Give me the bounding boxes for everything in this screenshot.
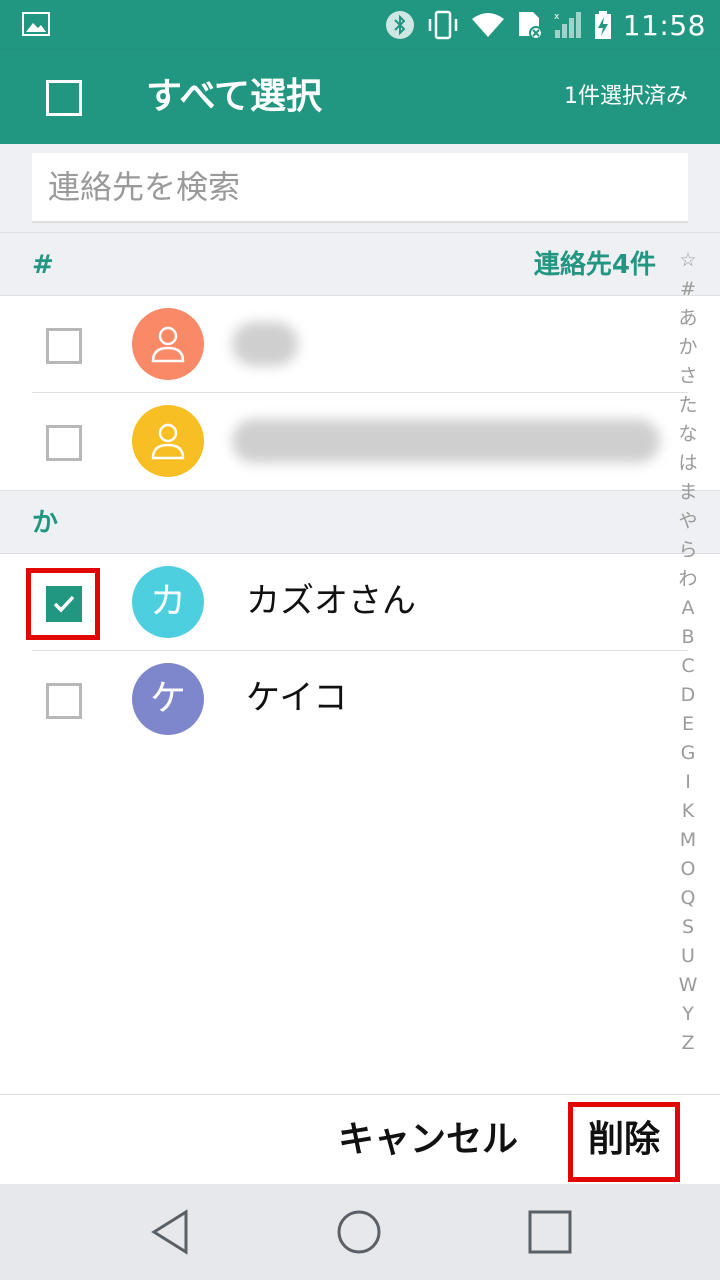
contact-row-keiko[interactable]: ケ ケイコ: [0, 651, 720, 748]
wifi-icon: [471, 13, 504, 37]
select-all-checkbox[interactable]: [46, 80, 82, 116]
clock: 11:58: [622, 8, 706, 42]
contact-row[interactable]: [0, 296, 720, 393]
bluetooth-icon: [385, 11, 414, 39]
contact-avatar: ケ: [132, 663, 204, 735]
contact-total: 連絡先4件: [533, 250, 656, 280]
gallery-icon: [22, 12, 50, 36]
delete-highlight-frame: [568, 1102, 680, 1182]
sd-card-icon: [518, 12, 543, 40]
contact-name: カズオさん: [246, 581, 416, 621]
contact-avatar: [132, 405, 204, 477]
checkbox-highlight-frame: [26, 568, 100, 640]
index-item[interactable]: K: [670, 797, 706, 826]
index-item[interactable]: B: [670, 623, 706, 652]
recent-apps-icon[interactable]: [526, 1208, 574, 1256]
person-icon: [151, 326, 185, 363]
index-item[interactable]: S: [670, 913, 706, 942]
contact-avatar: カ: [132, 566, 204, 638]
index-item[interactable]: た: [670, 391, 706, 420]
index-item[interactable]: か: [670, 333, 706, 362]
contact-avatar: [132, 308, 204, 380]
selected-count: 1件選択済み: [564, 84, 688, 109]
section-header-ka: か: [0, 490, 720, 554]
index-item[interactable]: Y: [670, 1000, 706, 1029]
section-letter: か: [32, 508, 59, 538]
index-item[interactable]: ま: [670, 478, 706, 507]
index-item[interactable]: M: [670, 826, 706, 855]
cancel-button[interactable]: キャンセル: [338, 1115, 518, 1165]
contact-checkbox[interactable]: [46, 683, 82, 719]
index-item[interactable]: I: [670, 768, 706, 797]
section-header-hash: # 連絡先4件: [0, 232, 720, 296]
contact-row-kazuo[interactable]: カ カズオさん: [0, 554, 720, 651]
index-item[interactable]: Q: [670, 884, 706, 913]
signal-icon: x: [554, 12, 581, 38]
contact-name: ケイコ: [246, 678, 348, 718]
contact-row[interactable]: [0, 393, 720, 490]
blurred-name: [232, 322, 298, 366]
contact-checkbox[interactable]: [46, 425, 82, 461]
index-item[interactable]: さ: [670, 362, 706, 391]
index-item[interactable]: A: [670, 594, 706, 623]
index-item[interactable]: ら: [670, 536, 706, 565]
alphabet-index-bar[interactable]: ☆ # あ か さ た な は ま や ら わ A B C D E G I K …: [670, 246, 706, 1058]
status-icons: x 11:58: [385, 0, 706, 50]
home-icon[interactable]: [336, 1208, 382, 1256]
index-item[interactable]: C: [670, 652, 706, 681]
person-icon: [151, 423, 185, 460]
index-item[interactable]: あ: [670, 304, 706, 333]
index-item[interactable]: な: [670, 420, 706, 449]
section-letter: #: [32, 250, 54, 280]
index-item[interactable]: U: [670, 942, 706, 971]
index-item[interactable]: D: [670, 681, 706, 710]
index-item[interactable]: は: [670, 449, 706, 478]
contact-checkbox[interactable]: [46, 328, 82, 364]
navigation-bar: [0, 1184, 720, 1280]
index-item[interactable]: わ: [670, 565, 706, 594]
svg-text:x: x: [554, 12, 560, 22]
status-bar: x 11:58: [0, 0, 720, 50]
battery-charging-icon: [594, 11, 611, 39]
index-item[interactable]: G: [670, 739, 706, 768]
select-all-label[interactable]: すべて選択: [146, 70, 322, 124]
index-item[interactable]: O: [670, 855, 706, 884]
index-item[interactable]: Z: [670, 1029, 706, 1058]
search-area: 連絡先を検索: [0, 144, 720, 232]
index-item[interactable]: や: [670, 507, 706, 536]
index-item[interactable]: E: [670, 710, 706, 739]
back-icon[interactable]: [148, 1208, 192, 1256]
search-input[interactable]: 連絡先を検索: [32, 153, 688, 223]
selection-toolbar: すべて選択 1件選択済み: [0, 50, 720, 144]
vibrate-icon: [428, 10, 458, 40]
index-item[interactable]: ☆: [670, 246, 706, 275]
index-item[interactable]: #: [670, 275, 706, 304]
index-item[interactable]: W: [670, 971, 706, 1000]
blurred-name: [232, 419, 660, 463]
